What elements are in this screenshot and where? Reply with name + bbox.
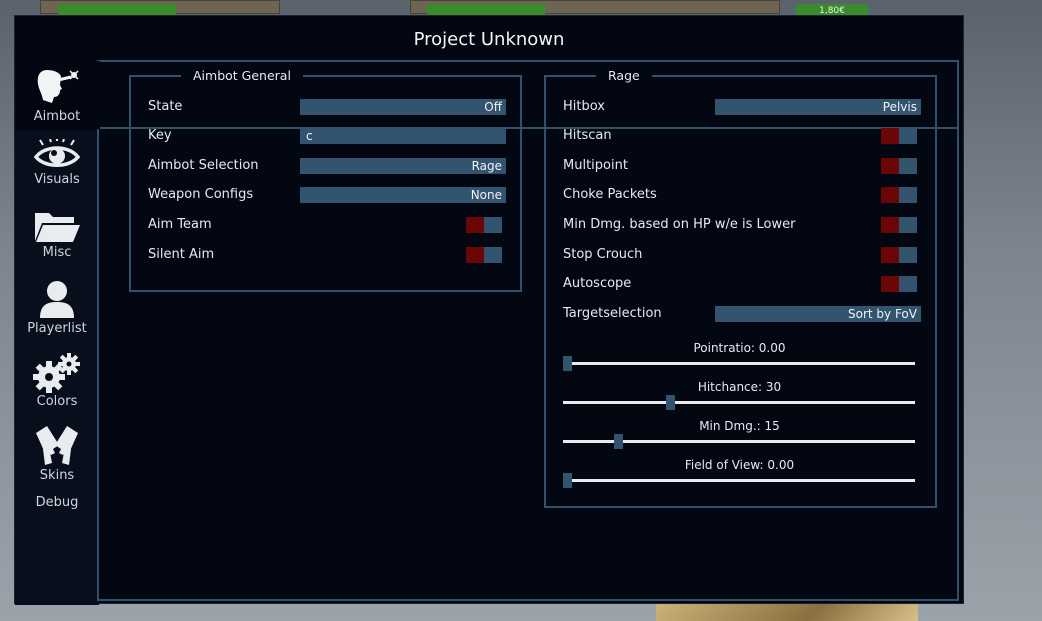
silent-aim-row: Silent Aim [131,246,520,264]
tab-label: Playerlist [27,321,87,336]
person-icon [40,281,74,318]
content-frame-top-line [97,60,959,62]
slider-handle[interactable] [666,395,675,410]
state-label: State [148,99,183,114]
tab-visuals[interactable]: Visuals [15,139,99,195]
min-dmg-hp-row: Min Dmg. based on HP w/e is Lower [546,216,935,234]
aim-team-row: Aim Team [131,216,520,234]
hitbox-row: Hitbox Pelvis [546,98,935,116]
hitbox-dropdown[interactable]: Pelvis [715,99,921,115]
choke-packets-toggle[interactable] [881,187,917,203]
multipoint-row: Multipoint [546,157,935,175]
slider-handle[interactable] [563,473,572,488]
tab-playerlist[interactable]: Playerlist [15,279,99,345]
slider-track [563,401,915,404]
autoscope-label: Autoscope [563,276,632,291]
tab-label: Debug [35,495,79,510]
weapon-configs-dropdown[interactable]: None [300,187,506,203]
tab-label: Colors [36,394,78,409]
window-title: Project Unknown [413,29,565,50]
weapon-configs-row: Weapon Configs None [131,186,520,204]
hitchance-caption: Hitchance: 30 [697,380,782,394]
slider-handle[interactable] [614,434,623,449]
autoscope-row: Autoscope [546,275,935,293]
sidebar: Aimbot Visuals Misc Playerlist Colors Sk… [15,61,99,605]
min-dmg-hp-toggle[interactable] [881,217,917,233]
slider-handle[interactable] [563,356,572,371]
choke-packets-label: Choke Packets [563,187,657,202]
slider-track [563,362,915,365]
choke-packets-row: Choke Packets [546,186,935,204]
tab-label: Visuals [34,172,80,187]
pointratio-caption: Pointratio: 0.00 [693,341,786,355]
silent-aim-toggle[interactable] [466,247,502,263]
tab-aimbot[interactable]: Aimbot [15,61,99,130]
hitchance-slider[interactable]: Hitchance: 30 [563,380,916,410]
tab-label: Aimbot [33,109,81,124]
min-dmg-slider[interactable]: Min Dmg.: 15 [563,419,916,449]
tab-frame-mask [97,61,100,129]
stop-crouch-row: Stop Crouch [546,246,935,264]
content-frame-right-line [957,60,959,128]
aimbot-selection-label: Aimbot Selection [148,158,259,173]
key-bind-field[interactable]: c [300,128,506,144]
targetselection-label: Targetselection [563,306,662,321]
gears-icon [33,353,80,393]
weapon-configs-label: Weapon Configs [148,187,254,202]
fov-caption: Field of View: 0.00 [684,458,795,472]
background-poster [656,604,918,621]
hitscan-toggle[interactable] [881,128,917,144]
min-dmg-caption: Min Dmg.: 15 [699,419,780,433]
tab-label: Skins [39,468,75,483]
key-label: Key [148,128,172,143]
tab-skins[interactable]: Skins [15,423,99,487]
tab-misc[interactable]: Misc [15,209,99,269]
slider-track [563,479,915,482]
aimbot-selection-dropdown[interactable]: Rage [300,158,506,174]
rage-group: Rage Hitbox Pelvis Hitscan Multipoint Ch… [544,68,937,508]
folder-icon [35,213,80,242]
tab-debug[interactable]: Debug [15,495,99,515]
stop-crouch-label: Stop Crouch [563,247,643,262]
multipoint-label: Multipoint [563,158,628,173]
aimbot-head-icon [37,70,79,103]
aimbot-general-group: Aimbot General State Off Key c Aimbot Se… [129,68,522,292]
aim-team-label: Aim Team [148,217,212,232]
pistols-icon [36,426,78,465]
eye-icon [33,139,81,167]
autoscope-toggle[interactable] [881,276,917,292]
group-title: Aimbot General [181,68,303,84]
state-row: State Off [131,98,520,116]
hitscan-label: Hitscan [563,128,612,143]
stop-crouch-toggle[interactable] [881,247,917,263]
pointratio-slider[interactable]: Pointratio: 0.00 [563,341,916,371]
silent-aim-label: Silent Aim [148,247,215,262]
multipoint-toggle[interactable] [881,158,917,174]
targetselection-dropdown[interactable]: Sort by FoV [715,306,921,322]
state-dropdown[interactable]: Off [300,99,506,115]
min-dmg-hp-label: Min Dmg. based on HP w/e is Lower [563,217,796,232]
hitbox-label: Hitbox [563,99,605,114]
targetselection-row: Targetselection Sort by FoV [546,305,935,323]
aim-team-toggle[interactable] [466,217,502,233]
tab-label: Misc [42,245,72,260]
aimbot-selection-row: Aimbot Selection Rage [131,157,520,175]
fov-slider[interactable]: Field of View: 0.00 [563,458,916,488]
hitscan-row: Hitscan [546,127,935,145]
tab-colors[interactable]: Colors [15,353,99,415]
key-row: Key c [131,127,520,145]
group-title: Rage [596,68,652,84]
